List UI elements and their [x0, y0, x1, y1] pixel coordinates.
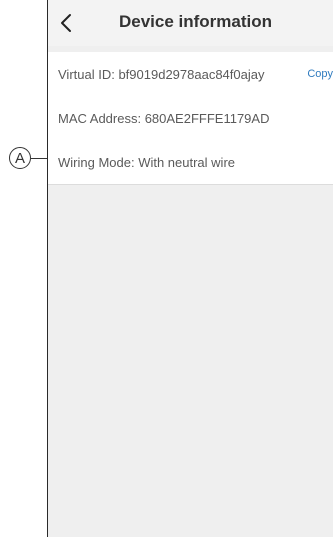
callout-marker: A [9, 147, 31, 169]
copy-button[interactable]: Copy [307, 52, 333, 96]
app-header: Device information [48, 0, 333, 46]
page-title: Device information [118, 12, 273, 31]
callout-letter: A [14, 149, 25, 167]
wiring-mode-row: Wiring Mode: With neutral wire [48, 140, 333, 184]
page: A Device information Virtual ID: bf9019d… [0, 0, 333, 537]
phone-screen: Device information Virtual ID: bf9019d29… [47, 0, 333, 537]
mac-address-text: MAC Address: 680AE2FFFE1179AD [58, 110, 270, 126]
mac-address-row: MAC Address: 680AE2FFFE1179AD [48, 96, 333, 140]
virtual-id-row: Virtual ID: bf9019d2978aac84f0ajay Copy [48, 52, 333, 96]
virtual-id-text: Virtual ID: bf9019d2978aac84f0ajay [58, 66, 265, 82]
device-info-card: Virtual ID: bf9019d2978aac84f0ajay Copy … [48, 52, 333, 185]
wiring-mode-text: Wiring Mode: With neutral wire [58, 154, 235, 170]
